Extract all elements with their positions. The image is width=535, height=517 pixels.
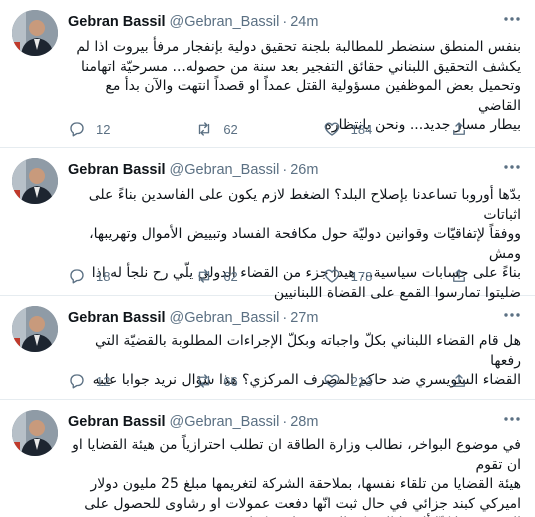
reply-count: 18: [96, 268, 111, 284]
author-name[interactable]: Gebran Bassil: [68, 162, 166, 178]
more-icon[interactable]: [501, 12, 523, 30]
avatar[interactable]: [12, 10, 58, 56]
avatar[interactable]: [12, 306, 58, 352]
tweet-actions: 12 62 184: [68, 118, 478, 140]
reply-icon: [70, 122, 84, 137]
more-icon[interactable]: [501, 160, 523, 178]
retweet-button[interactable]: 62: [195, 265, 265, 287]
tweet-card[interactable]: Gebran Bassil @Gebran_Bassil · 28m في موضوع…: [0, 400, 535, 517]
tweet-card[interactable]: Gebran Bassil @Gebran_Bassil · 27m هل قام ا…: [0, 296, 535, 400]
author-handle[interactable]: @Gebran_Bassil: [170, 14, 280, 30]
more-icon[interactable]: [501, 308, 523, 326]
tweet-header: Gebran Bassil @Gebran_Bassil · 26m: [68, 160, 525, 180]
retweet-count: 66: [223, 373, 238, 389]
share-button[interactable]: [450, 118, 478, 140]
tweet-text: في موضوع البواخر، نطالب وزارة الطاقة ان …: [72, 437, 521, 517]
share-button[interactable]: [450, 265, 478, 287]
avatar[interactable]: [12, 410, 58, 456]
share-button[interactable]: [450, 370, 478, 392]
tweet-header: Gebran Bassil @Gebran_Bassil · 27m: [68, 308, 525, 328]
separator-dot: ·: [282, 310, 288, 326]
share-icon: [453, 269, 465, 282]
retweet-count: 62: [223, 268, 238, 284]
reply-count: 12: [96, 373, 111, 389]
like-button[interactable]: 184: [323, 118, 393, 140]
tweet-header: Gebran Bassil @Gebran_Bassil · 24m: [68, 12, 525, 32]
separator-dot: ·: [282, 414, 288, 430]
retweet-button[interactable]: 62: [195, 118, 265, 140]
author-name[interactable]: Gebran Bassil: [68, 310, 166, 326]
avatar[interactable]: [12, 158, 58, 204]
author-name[interactable]: Gebran Bassil: [68, 14, 166, 30]
tweet-actions: 18 62 178: [68, 265, 478, 287]
like-count: 178: [350, 268, 373, 284]
more-icon[interactable]: [501, 412, 523, 430]
like-count: 184: [350, 121, 373, 137]
timestamp[interactable]: 24m: [290, 14, 318, 30]
timestamp[interactable]: 27m: [290, 310, 318, 326]
reply-button[interactable]: 12: [68, 118, 138, 140]
reply-icon: [70, 374, 84, 389]
tweet-card[interactable]: Gebran Bassil @Gebran_Bassil · 26m بدّها أو…: [0, 148, 535, 301]
timestamp[interactable]: 28m: [290, 414, 318, 430]
reply-count: 12: [96, 121, 111, 137]
like-button[interactable]: 178: [323, 265, 393, 287]
retweet-icon: [199, 269, 210, 283]
retweet-button[interactable]: 66: [195, 370, 265, 392]
timestamp[interactable]: 26m: [290, 162, 318, 178]
separator-dot: ·: [282, 14, 288, 30]
share-icon: [453, 374, 465, 387]
tweet-actions: 12 66 213: [68, 370, 478, 392]
retweet-icon: [199, 374, 210, 388]
tweet-card[interactable]: Gebran Bassil @Gebran_Bassil · 24m بنفس الم…: [0, 0, 535, 148]
separator-dot: ·: [282, 162, 288, 178]
like-icon: [324, 374, 340, 388]
reply-icon: [70, 269, 84, 284]
like-count: 213: [350, 373, 373, 389]
retweet-count: 62: [223, 121, 238, 137]
author-name[interactable]: Gebran Bassil: [68, 414, 166, 430]
tweet-header: Gebran Bassil @Gebran_Bassil · 28m: [68, 412, 525, 432]
like-icon: [324, 269, 340, 283]
author-handle[interactable]: @Gebran_Bassil: [170, 310, 280, 326]
share-icon: [453, 122, 465, 135]
like-icon: [324, 122, 340, 136]
like-button[interactable]: 213: [323, 370, 393, 392]
timeline: Gebran Bassil @Gebran_Bassil · 24m بنفس الم…: [0, 0, 535, 517]
author-handle[interactable]: @Gebran_Bassil: [170, 414, 280, 430]
author-handle[interactable]: @Gebran_Bassil: [170, 162, 280, 178]
retweet-icon: [199, 122, 210, 136]
reply-button[interactable]: 12: [68, 370, 138, 392]
reply-button[interactable]: 18: [68, 265, 138, 287]
